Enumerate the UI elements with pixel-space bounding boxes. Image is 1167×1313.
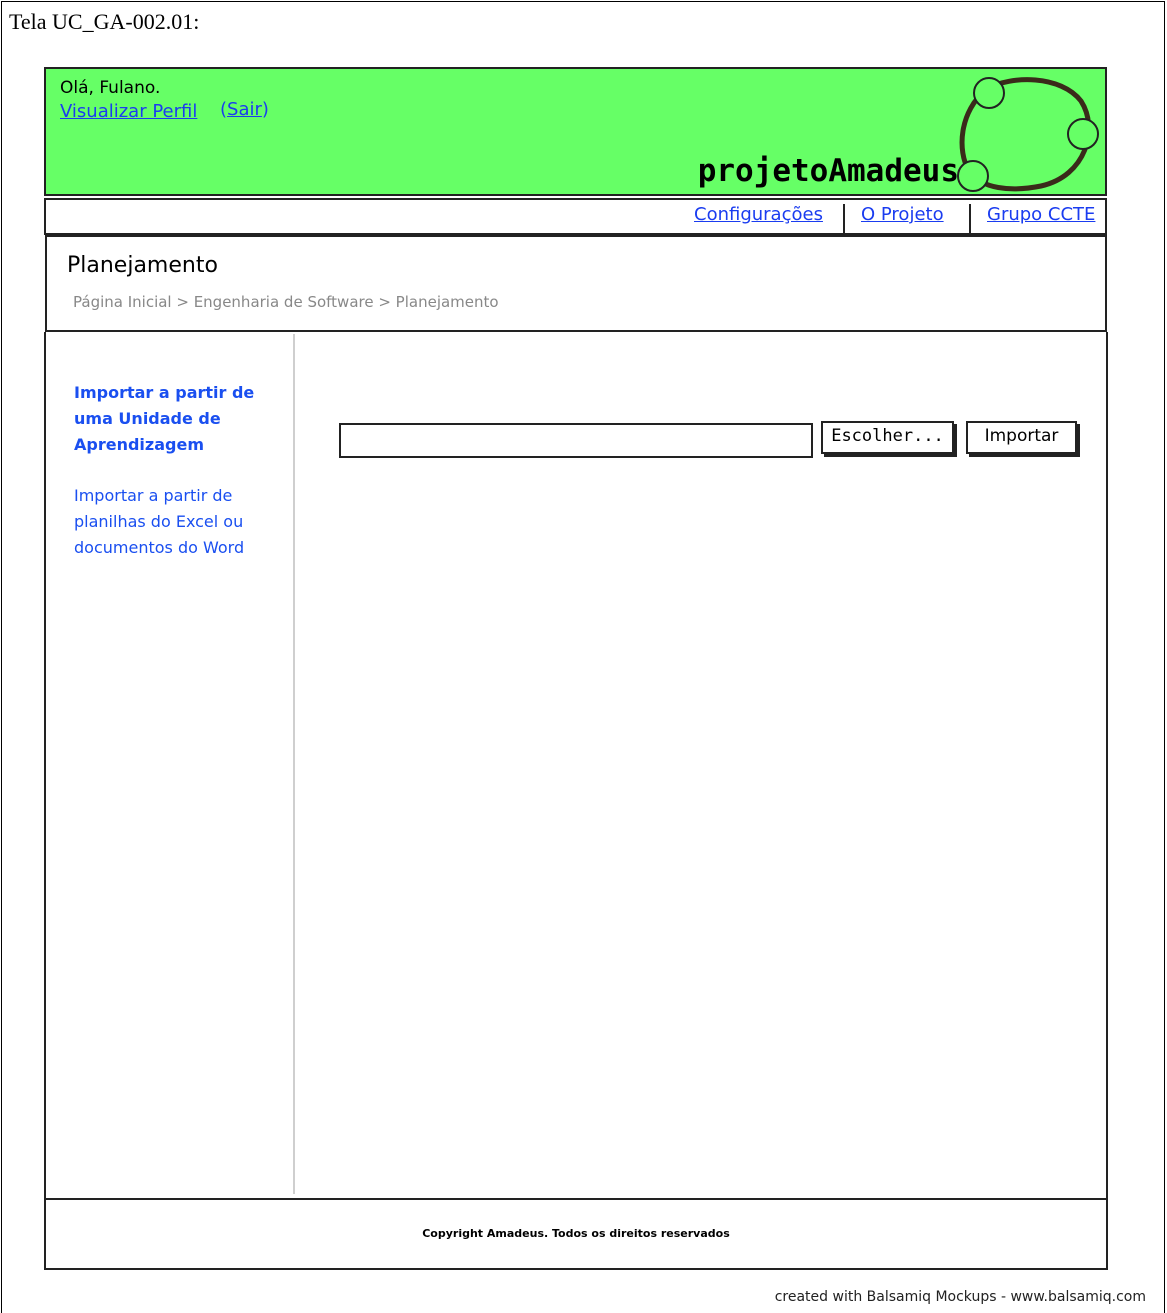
brand-title: projetoAmadeus (697, 153, 959, 189)
breadcrumb: Página Inicial > Engenharia de Software … (73, 293, 499, 311)
nav-separator (969, 204, 971, 234)
content-area: Importar a partir de uma Unidade de Apre… (44, 332, 1108, 1198)
logout-close-paren: ) (261, 99, 269, 120)
page-title-section: Planejamento Página Inicial > Engenharia… (45, 235, 1107, 332)
logout-group: (Sair) (220, 99, 269, 120)
balsamiq-credit: created with Balsamiq Mockups - www.bals… (774, 1289, 1146, 1305)
choose-file-button[interactable]: Escolher... (821, 421, 954, 454)
logout-open-paren: ( (220, 99, 228, 120)
mockup-window: Olá, Fulano. Visualizar Perfil (Sair) pr… (44, 67, 1108, 1270)
nav-item-configuracoes[interactable]: Configurações (694, 204, 823, 225)
view-profile-link[interactable]: Visualizar Perfil (60, 101, 197, 122)
copyright-text: Copyright Amadeus. Todos os direitos res… (422, 1227, 730, 1240)
document-title: Tela UC_GA-002.01: (9, 9, 200, 34)
nav-item-grupo-ccte[interactable]: Grupo CCTE (987, 204, 1095, 225)
sidebar-divider (293, 334, 295, 1194)
sidebar-item-import-excel-word[interactable]: Importar a partir de planilhas do Excel … (74, 483, 264, 561)
logout-link[interactable]: Sair (227, 99, 262, 120)
import-button[interactable]: Importar (966, 421, 1077, 454)
nav-separator (843, 204, 845, 234)
file-path-input[interactable] (339, 423, 813, 458)
sidebar-item-import-learning-unit[interactable]: Importar a partir de uma Unidade de Apre… (74, 380, 264, 458)
footer: Copyright Amadeus. Todos os direitos res… (44, 1198, 1108, 1270)
top-navigation: Configurações O Projeto Grupo CCTE (44, 198, 1107, 235)
header-banner: Olá, Fulano. Visualizar Perfil (Sair) pr… (44, 67, 1107, 196)
nav-item-o-projeto[interactable]: O Projeto (861, 204, 944, 225)
page-title: Planejamento (67, 253, 218, 278)
greeting-text: Olá, Fulano. (60, 78, 161, 98)
amadeus-logo-icon (957, 77, 1099, 192)
